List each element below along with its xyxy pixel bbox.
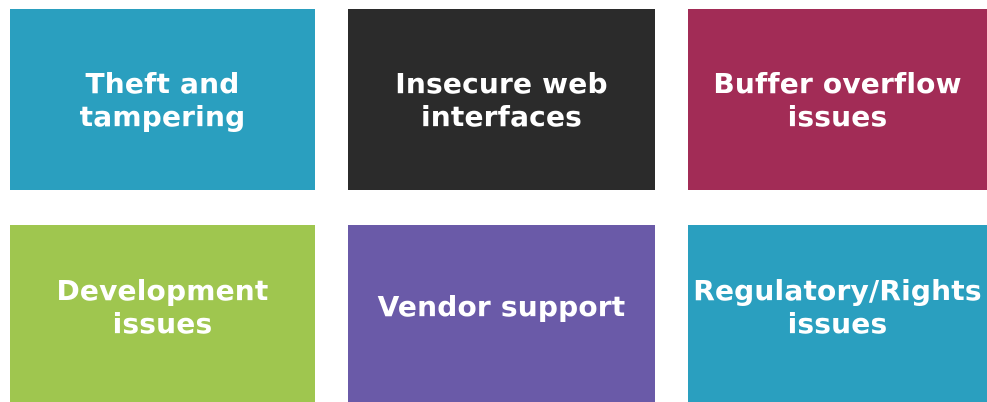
- tile-label: Buffer overflow issues: [713, 66, 962, 133]
- tile-label: Theft and tampering: [79, 66, 246, 133]
- tile-development-issues: Development issues: [10, 225, 315, 402]
- tile-theft-and-tampering: Theft and tampering: [10, 9, 315, 190]
- tile-regulatory-rights-issues: Regulatory/Rights issues: [688, 225, 987, 402]
- tile-label: Development issues: [56, 273, 269, 340]
- tile-buffer-overflow-issues: Buffer overflow issues: [688, 9, 987, 190]
- issues-grid: Theft and tampering Insecure web interfa…: [0, 0, 987, 402]
- tile-label: Regulatory/Rights issues: [693, 273, 982, 340]
- tile-insecure-web-interfaces: Insecure web interfaces: [348, 9, 655, 190]
- tile-label: Vendor support: [377, 290, 626, 323]
- tile-vendor-support: Vendor support: [348, 225, 655, 402]
- tile-label: Insecure web interfaces: [395, 66, 608, 133]
